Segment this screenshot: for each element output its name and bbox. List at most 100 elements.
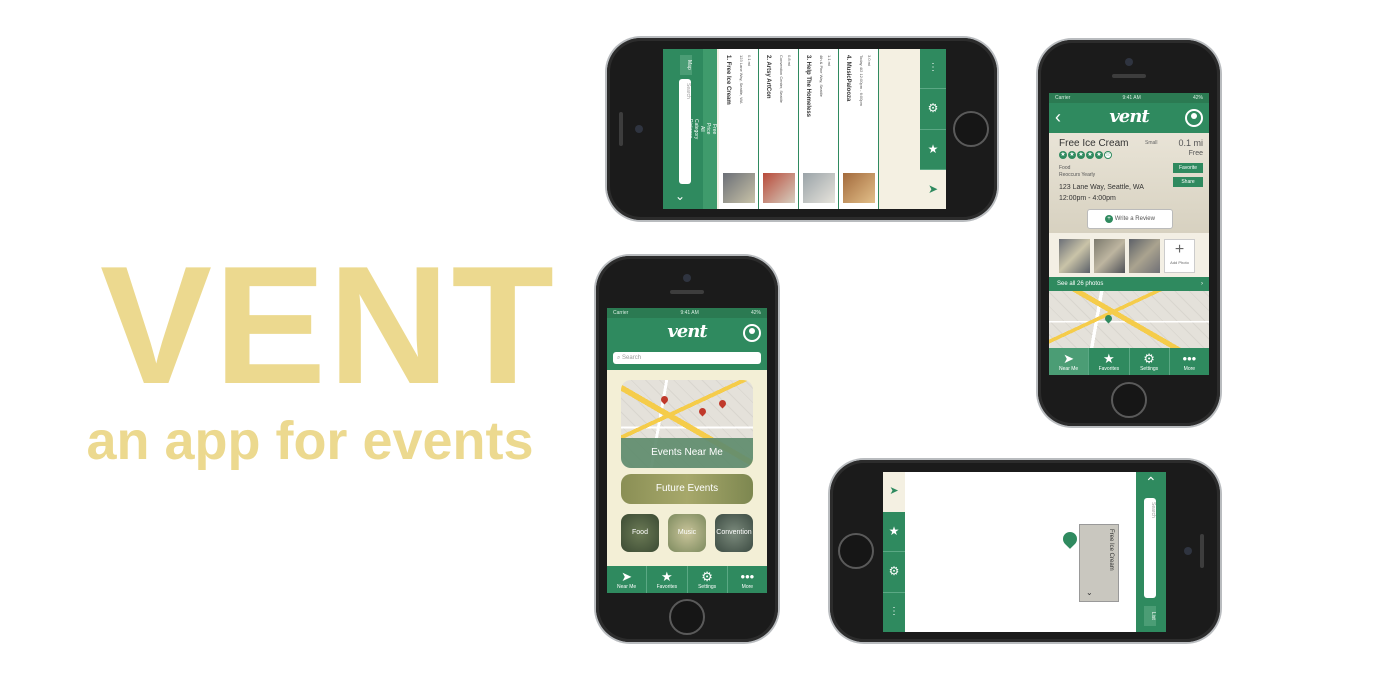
event-header: Free Ice Cream Small 0.1 mi Free ★ ★ ★ ★… [1049,133,1209,233]
sort-option[interactable]: Price [705,123,711,134]
future-events-label: Future Events [655,483,719,494]
tab-near-me[interactable]: ➤ Near Me [1049,348,1090,375]
category-music[interactable]: Music [668,514,706,552]
map-button[interactable]: Map [680,55,692,75]
tab-more[interactable]: ⋮ [920,49,946,90]
search-icon: ⌕ [617,355,621,361]
tab-more[interactable]: ⋮ [883,593,905,633]
profile-icon[interactable] [1185,109,1203,127]
photo-row: + Add Photo [1059,239,1203,273]
gear-icon: ⚙ [888,564,900,578]
event-map[interactable] [1049,291,1209,348]
chevron-down-icon[interactable]: ⌄ [1086,588,1093,597]
event-category: Food [1059,165,1071,171]
map-pin-icon [1103,313,1114,324]
rating-stars: ★ ★ ★ ★ ★ ☆ [1059,151,1112,159]
write-review-button[interactable]: + Write a Review [1087,209,1173,229]
tab-bar-vertical: ➤ ★ ⚙ ⋮ [883,472,905,632]
map-screen[interactable]: ➤ ★ ⚙ ⋮ Free Ice Cream ⌄ ⌃ Search List [883,472,1166,632]
list-button[interactable]: List [1144,606,1156,626]
profile-icon[interactable] [743,324,761,342]
home-button[interactable] [669,599,705,635]
category-label: Convention [716,529,752,536]
list-item-distance: 0.8 mi [787,55,792,66]
search-bar-wrap: ⌕ Search [607,348,767,370]
list-item-distance: 3.0 mi [867,55,872,66]
home-screen: Carrier 9:41 AM 42% vent ⌕ Search Events… [607,308,767,593]
category-row: Food Music Convention [621,514,753,552]
tab-favorites[interactable]: ★ Favorites [1089,348,1130,375]
gear-icon: ⚙ [1143,350,1155,366]
tab-more[interactable]: ••• More [728,566,767,593]
search-placeholder: Search [1150,502,1156,518]
sort-option[interactable]: Free [711,124,717,134]
star-icon: ★ [661,568,673,584]
tab-favorites[interactable]: ★ Favorites [647,566,688,593]
pin-info-card[interactable]: Free Ice Cream ⌄ [1079,524,1119,602]
vent-logo: vent [1109,106,1149,127]
event-photo[interactable] [1129,239,1160,273]
events-near-me-card[interactable]: Events Near Me [621,380,753,468]
phone-detail: Carrier 9:41 AM 42% ‹ vent Free Ice Crea… [1038,40,1220,426]
tab-near-me[interactable]: ➤ [920,169,946,209]
status-bar: Carrier 9:41 AM 42% [1049,93,1209,103]
sort-option[interactable]: Distance [687,119,693,138]
home-button[interactable] [1111,382,1147,418]
tab-near-me[interactable]: ➤ [883,472,905,512]
star-icon: ★ [888,523,900,538]
list-item[interactable]: 2. Artsy ArtCon Convention Center, Seatt… [759,49,799,209]
gear-icon: ⚙ [701,568,713,584]
back-chevron-icon[interactable]: ⌃ [1145,474,1157,491]
map-search-input[interactable]: Search [1144,498,1156,598]
event-title: Free Ice Cream [1059,138,1129,149]
add-photo-button[interactable]: + Add Photo [1164,239,1195,273]
list-item[interactable]: 4. MusicPalooza Today 4/2 12:00pm - 6:00… [839,49,879,209]
write-review-label: Write a Review [1114,216,1155,222]
tab-settings[interactable]: ⚙ Settings [688,566,728,593]
chevron-down-icon[interactable]: ⌄ [675,189,685,203]
more-icon: ⋮ [928,62,938,73]
see-all-photos-bar[interactable]: See all 26 photos › [1049,277,1209,291]
plus-circle-icon: + [1105,215,1114,223]
category-label: Music [677,529,697,536]
category-food[interactable]: Food [621,514,659,552]
map-pin-icon[interactable] [1060,529,1080,549]
home-button[interactable] [838,533,874,569]
tab-favorites[interactable]: ★ [920,130,946,170]
tab-settings[interactable]: ⚙ Settings [1130,348,1170,375]
list-item-title: 4. MusicPalooza [845,55,851,102]
share-button[interactable]: Share [1173,177,1203,187]
list-item-title: 2. Artsy ArtCon [765,55,771,99]
home-button[interactable] [953,111,989,147]
phone-list: ⌄ Map Search Sort by Distance Category A… [607,38,997,220]
list-item[interactable]: 3. Help The Homeless 4th & Pine Way, Sea… [799,49,839,209]
back-chevron-icon[interactable]: ‹ [1055,108,1061,126]
tab-settings[interactable]: ⚙ [920,89,946,130]
star-outline-icon: ☆ [1104,151,1112,159]
tab-settings[interactable]: ⚙ [883,552,905,593]
category-convention[interactable]: Convention [715,514,753,552]
event-photo[interactable] [1059,239,1090,273]
favorite-button[interactable]: Favorite [1173,163,1203,173]
phone-map: ➤ ★ ⚙ ⋮ Free Ice Cream ⌄ ⌃ Search List [830,460,1220,642]
map-pin-icon [697,406,708,417]
tab-more[interactable]: ••• More [1170,348,1209,375]
carrier-label: Carrier [613,310,629,316]
event-thumb [763,173,795,203]
sort-option[interactable]: Category [693,119,699,139]
map-pin-icon [717,398,728,409]
sort-option[interactable]: All [699,126,705,132]
pin-card-title: Free Ice Cream [1108,529,1114,571]
header-bar: ‹ vent [1049,103,1209,133]
event-photo[interactable] [1094,239,1125,273]
tab-near-me[interactable]: ➤ Near Me [607,566,648,593]
battery-label: 42% [1192,95,1203,101]
tab-favorites[interactable]: ★ [883,512,905,552]
search-input[interactable]: ⌕ Search [613,352,761,364]
time-label: 9:41 AM [680,310,699,316]
navigation-icon: ➤ [927,181,939,196]
list-item[interactable]: 1. Free Ice Cream 123 Lane Way, Seattle,… [719,49,759,209]
search-placeholder: Search [622,355,642,361]
future-events-card[interactable]: Future Events [621,474,753,504]
navigation-icon: ➤ [621,568,633,584]
